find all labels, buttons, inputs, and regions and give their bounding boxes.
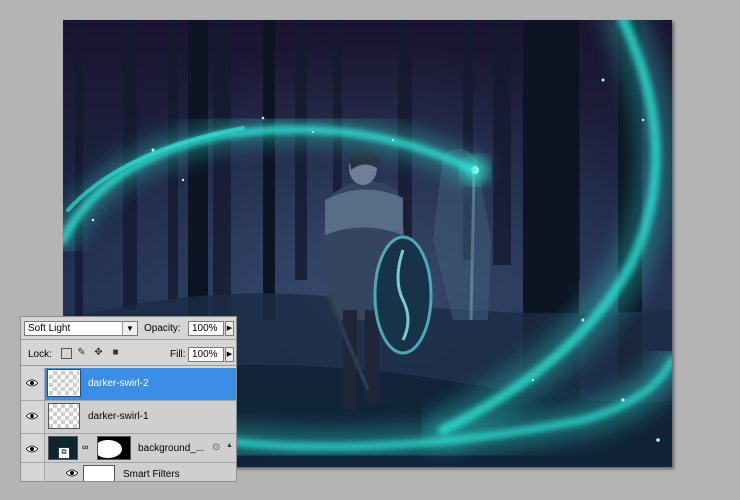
layer-thumbnail (48, 403, 80, 429)
blend-mode-dropdown[interactable]: Soft Light ▼ (24, 321, 138, 336)
layer-row-darker-swirl-1[interactable]: darker-swirl-1 (21, 401, 236, 434)
blend-options-row: Soft Light ▼ Opacity: 100% ▶ (21, 317, 236, 337)
visibility-toggle[interactable] (21, 463, 45, 481)
chain-link-icon[interactable]: ∞ (82, 442, 88, 452)
blend-mode-value: Soft Light (28, 323, 71, 334)
lock-options-row: Lock: ✎ ✥ ■ Fill: 100% ▶ (21, 343, 236, 363)
filter-mask-thumbnail (83, 465, 115, 481)
layer-thumbnail (47, 369, 81, 397)
smart-object-icon: ⧉ (58, 447, 70, 459)
chevron-down-icon: ▼ (122, 322, 137, 335)
opacity-slider-arrow-icon[interactable]: ▶ (225, 321, 234, 336)
smart-filters-label: Smart Filters (123, 469, 180, 480)
eye-icon (26, 379, 38, 387)
opacity-input[interactable]: 100% (188, 321, 224, 336)
visibility-toggle[interactable] (21, 368, 45, 400)
layer-mask-thumbnail[interactable] (97, 436, 131, 460)
layers-panel: Soft Light ▼ Opacity: 100% ▶ Lock: ✎ ✥ ■… (20, 316, 237, 482)
layer-name: darker-swirl-2 (88, 378, 149, 389)
layer-name: background_... (138, 443, 205, 454)
layer-row-darker-swirl-2[interactable]: darker-swirl-2 (21, 368, 236, 401)
fill-input[interactable]: 100% (188, 347, 224, 362)
expand-triangle-icon[interactable]: ▲ (226, 442, 233, 449)
smart-filters-row[interactable]: Smart Filters (21, 463, 236, 481)
divider (21, 365, 236, 366)
lock-image-pixels-icon[interactable]: ✎ (76, 347, 87, 358)
lock-transparent-pixels-icon[interactable] (61, 348, 72, 359)
layer-row-background[interactable]: ⧉ ∞ background_... ⊙ ▲ (21, 434, 236, 463)
eye-icon (26, 445, 38, 453)
divider (21, 339, 236, 340)
visibility-toggle[interactable] (21, 434, 45, 462)
eye-icon (26, 412, 38, 420)
fill-slider-arrow-icon[interactable]: ▶ (225, 347, 234, 362)
opacity-label: Opacity: (144, 323, 181, 334)
lock-position-icon[interactable]: ✥ (93, 347, 104, 358)
smart-filter-icon: ⊙ (212, 442, 221, 453)
eye-icon[interactable] (66, 469, 78, 477)
fill-label: Fill: (170, 349, 186, 360)
lock-label: Lock: (28, 349, 52, 360)
visibility-toggle[interactable] (21, 401, 45, 433)
lock-all-icon[interactable]: ■ (110, 347, 121, 358)
layer-name: darker-swirl-1 (88, 411, 149, 422)
